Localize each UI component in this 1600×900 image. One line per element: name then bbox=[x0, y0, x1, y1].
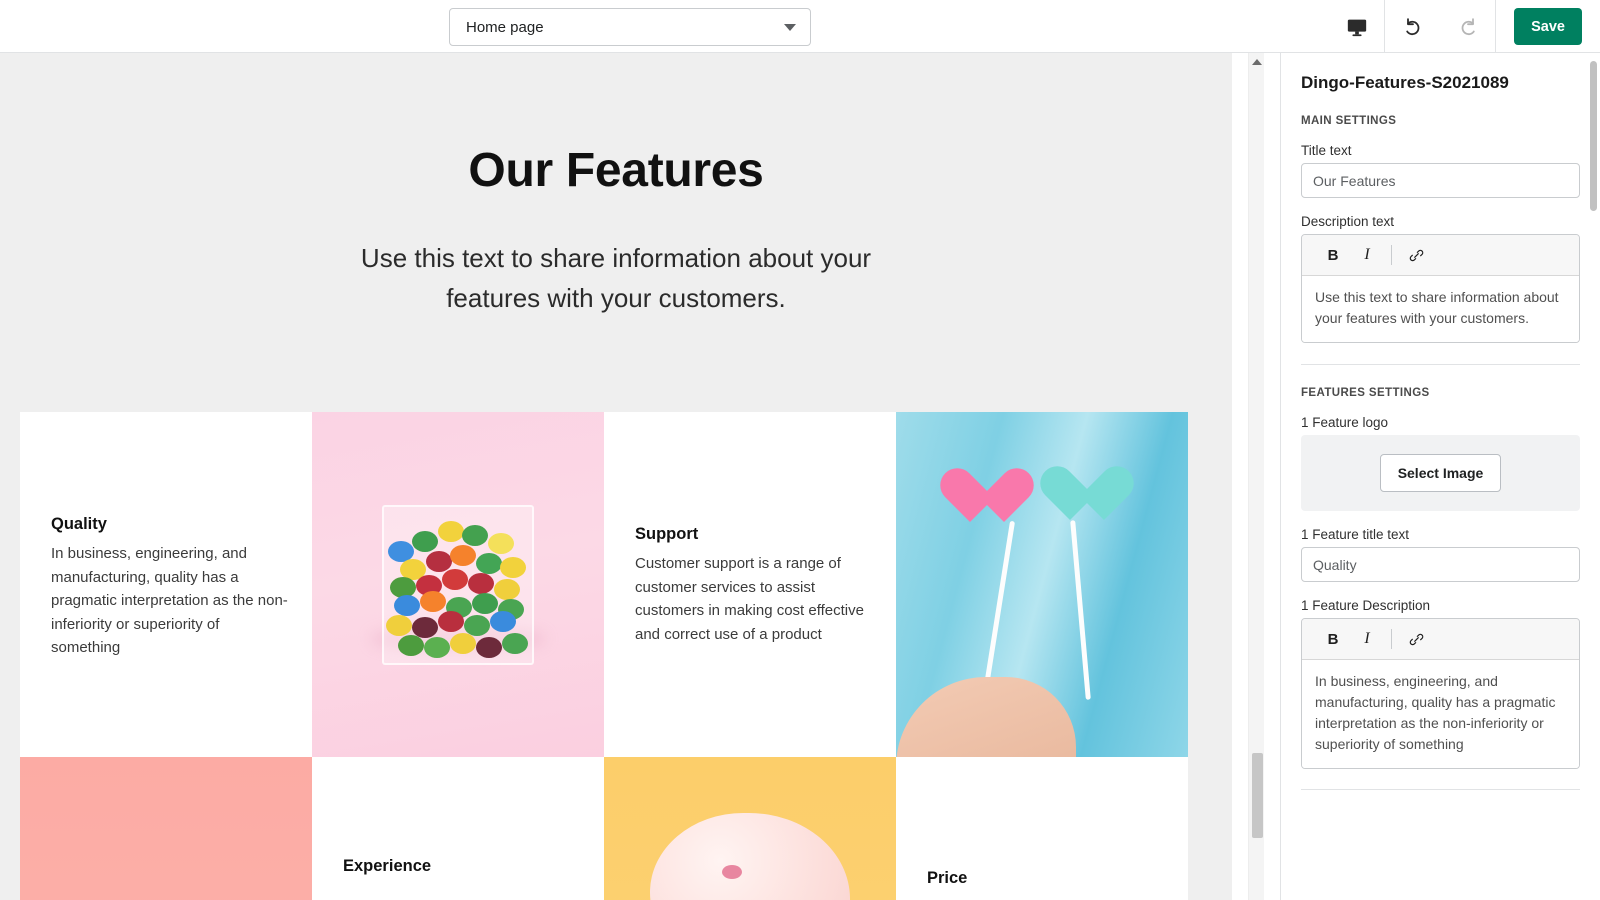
feature-body: Customer support is a range of customer … bbox=[635, 555, 864, 643]
description-text-label: Description text bbox=[1301, 214, 1395, 229]
feature-description-label: 1 Feature Description bbox=[1301, 598, 1431, 613]
panel-scrollbar[interactable] bbox=[1590, 53, 1599, 900]
panel-divider bbox=[1301, 364, 1580, 365]
undo-button[interactable] bbox=[1385, 0, 1440, 53]
page-selector[interactable]: Home page bbox=[449, 8, 811, 46]
toolbar-divider bbox=[1391, 245, 1392, 265]
main-settings-label: MAIN SETTINGS bbox=[1301, 115, 1397, 127]
feature-cell-image-candies[interactable] bbox=[312, 412, 604, 757]
feature-title: Experience bbox=[343, 857, 432, 875]
preview-heading: Our Features bbox=[468, 144, 764, 197]
panel-scrollbar-thumb[interactable] bbox=[1590, 61, 1597, 211]
feature-title-input[interactable]: Quality bbox=[1301, 547, 1580, 582]
teal-object-on-salmon-image bbox=[20, 757, 312, 900]
feature-body: In business, engineering, and manufactur… bbox=[51, 545, 288, 656]
redo-button[interactable] bbox=[1440, 0, 1495, 53]
preview-description: Use this text to share information about… bbox=[360, 243, 872, 313]
description-textarea[interactable]: Use this text to share information about… bbox=[1302, 276, 1579, 342]
panel-bottom-divider bbox=[1301, 789, 1580, 790]
redo-arrow-icon bbox=[1461, 17, 1475, 35]
feature-cell-image-lollipops[interactable] bbox=[896, 412, 1188, 757]
rte-toolbar: B I bbox=[1302, 235, 1579, 276]
feature-description-rich-text-editor: B I In business, engineering, and manufa… bbox=[1301, 618, 1580, 769]
title-text-label: Title text bbox=[1301, 143, 1352, 158]
page-selector-value: Home page bbox=[466, 18, 544, 36]
chevron-down-icon bbox=[784, 23, 796, 31]
heart-lollipops-image bbox=[896, 412, 1188, 757]
italic-button[interactable]: I bbox=[1350, 240, 1384, 270]
canvas-scrollbar[interactable] bbox=[1248, 53, 1264, 900]
select-image-button[interactable]: Select Image bbox=[1379, 454, 1502, 492]
features-grid: Quality In business, engineering, and ma… bbox=[20, 412, 1188, 900]
preview-canvas[interactable]: Our Features Use this text to share info… bbox=[0, 53, 1232, 900]
feature-cell-image-icecream[interactable] bbox=[604, 757, 896, 900]
bold-button[interactable]: B bbox=[1316, 624, 1350, 654]
feature-title: Quality bbox=[51, 515, 107, 533]
feature-logo-label: 1 Feature logo bbox=[1301, 415, 1389, 430]
strawberry-ice-cream-image bbox=[604, 757, 896, 900]
feature-logo-picker[interactable]: Select Image bbox=[1301, 435, 1580, 511]
feature-title: Price bbox=[927, 869, 968, 887]
insert-link-button[interactable] bbox=[1399, 624, 1433, 654]
scroll-up-arrow-icon[interactable] bbox=[1252, 59, 1262, 65]
toolbar-divider bbox=[1391, 629, 1392, 649]
save-button[interactable]: Save bbox=[1514, 8, 1582, 45]
insert-link-button[interactable] bbox=[1399, 240, 1433, 270]
desktop-preview-button[interactable] bbox=[1329, 0, 1384, 53]
description-rich-text-editor: B I Use this text to share information a… bbox=[1301, 234, 1580, 343]
link-chain-icon bbox=[1409, 249, 1423, 261]
panel-section-title: Dingo-Features-S2021089 bbox=[1301, 73, 1509, 92]
link-chain-icon bbox=[1409, 633, 1423, 645]
canvas-scrollbar-thumb[interactable] bbox=[1252, 753, 1263, 838]
title-text-input[interactable]: Our Features bbox=[1301, 163, 1580, 198]
feature-cell-experience[interactable]: Experience bbox=[312, 757, 604, 900]
top-toolbar: Home page Save bbox=[0, 0, 1600, 53]
candies-in-clear-box-image bbox=[312, 412, 604, 757]
feature-cell-support[interactable]: Support Customer support is a range of c… bbox=[604, 412, 896, 757]
bold-button[interactable]: B bbox=[1316, 240, 1350, 270]
feature-cell-quality[interactable]: Quality In business, engineering, and ma… bbox=[20, 412, 312, 757]
feature-title: Support bbox=[635, 525, 699, 543]
feature-cell-image-salmon[interactable] bbox=[20, 757, 312, 900]
feature-title-label: 1 Feature title text bbox=[1301, 527, 1410, 542]
rte-toolbar: B I bbox=[1302, 619, 1579, 660]
settings-panel: Dingo-Features-S2021089 MAIN SETTINGS Ti… bbox=[1280, 53, 1600, 900]
desktop-monitor-icon bbox=[1347, 19, 1366, 36]
toolbar-actions: Save bbox=[1329, 0, 1600, 53]
features-settings-label: FEATURES SETTINGS bbox=[1301, 387, 1430, 399]
feature-description-textarea[interactable]: In business, engineering, and manufactur… bbox=[1302, 660, 1579, 768]
undo-arrow-icon bbox=[1405, 17, 1420, 35]
italic-button[interactable]: I bbox=[1350, 624, 1384, 654]
feature-cell-price[interactable]: Price bbox=[896, 757, 1188, 900]
